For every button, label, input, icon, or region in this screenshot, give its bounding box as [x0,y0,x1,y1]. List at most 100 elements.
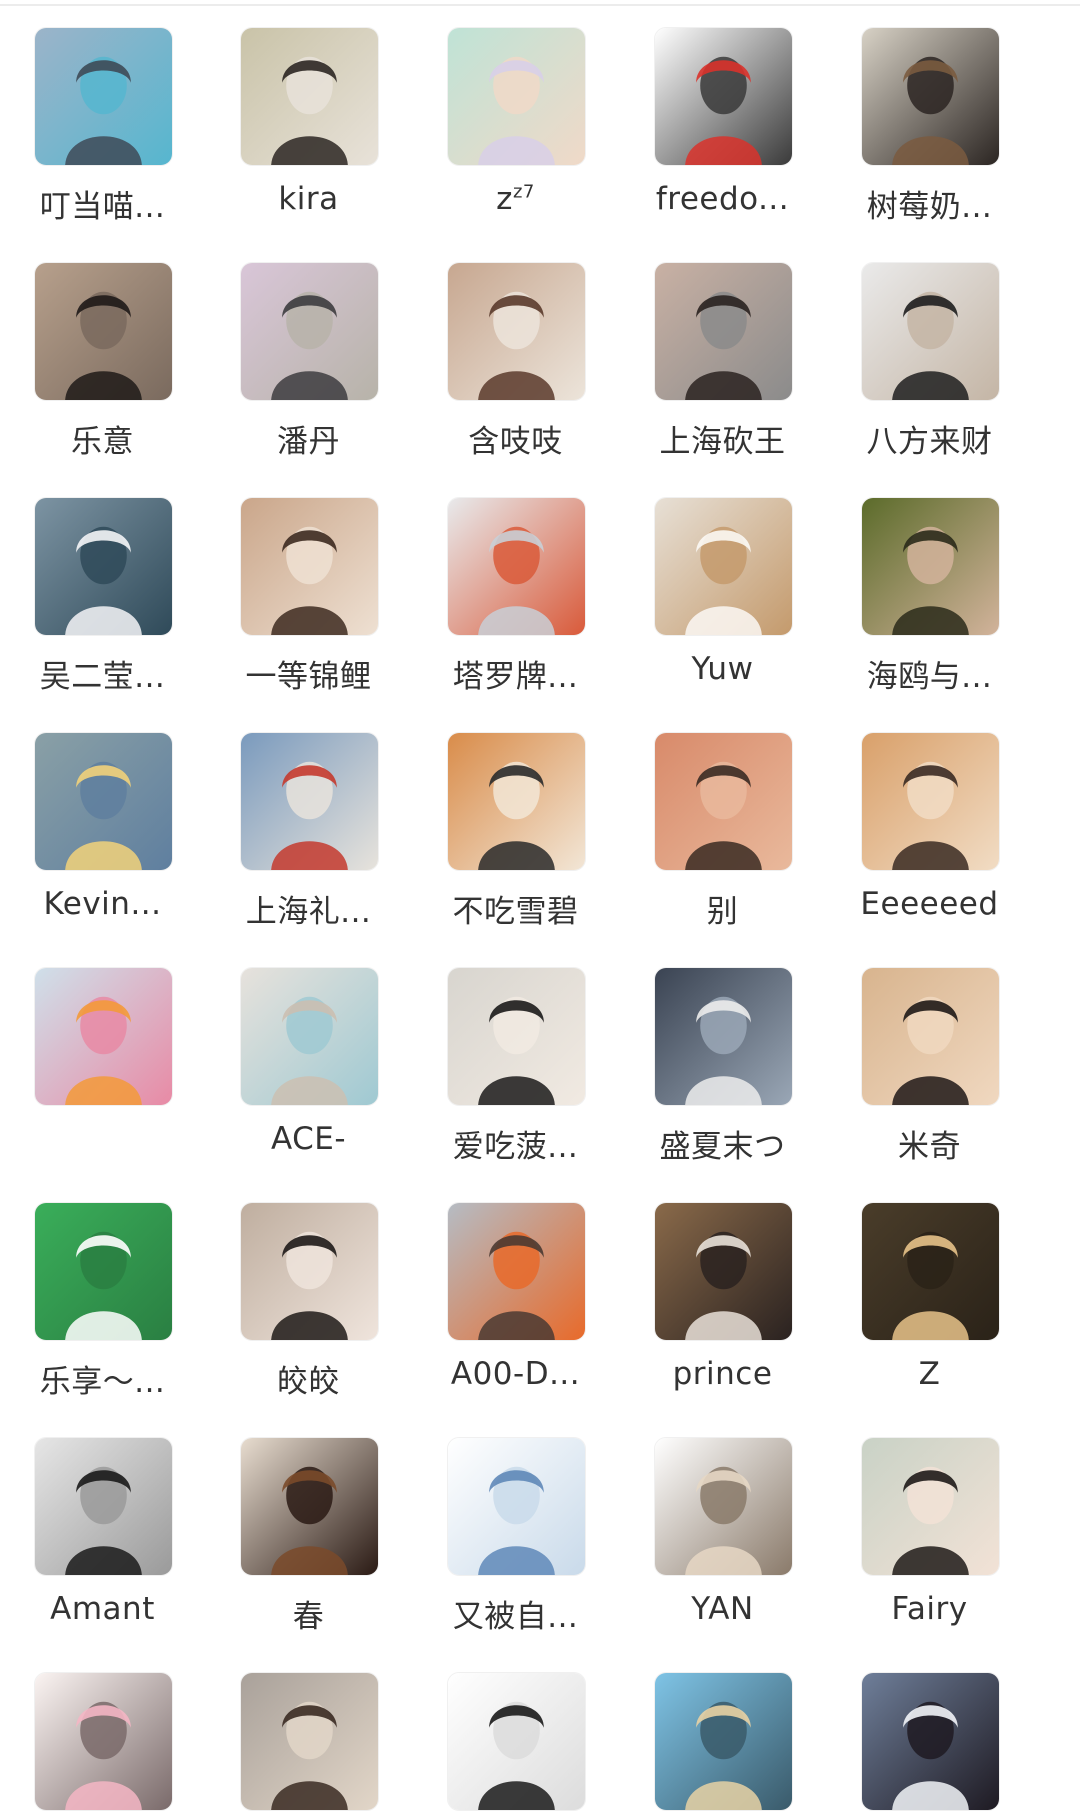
avatar[interactable] [240,1672,379,1811]
opera-woman-icon [862,498,999,635]
avatar[interactable] [34,1202,173,1341]
avatar[interactable] [654,1202,793,1341]
avatar[interactable] [240,732,379,871]
painted-face-icon [448,28,585,165]
member-name: 潘丹 [277,424,340,460]
avatar[interactable] [654,262,793,401]
member-name: freedo... [655,181,790,217]
member-name: A00-D... [450,1356,581,1392]
avatar[interactable] [447,497,586,636]
avatar[interactable] [240,27,379,166]
avatar[interactable] [34,497,173,636]
member-name: 八方来财 [866,424,993,460]
avatar[interactable] [240,1202,379,1341]
avatar[interactable] [447,732,586,871]
member-name: Z [918,1356,941,1392]
woman-sunset-beach-icon [862,733,999,870]
member-name: 上海礼... [245,894,372,930]
woman-peace-sign-icon [241,498,378,635]
woman-lying-icon [862,968,999,1105]
avatar[interactable] [861,27,1000,166]
woman-blue-top-beach-icon [35,28,172,165]
cartoon-cat-mushroom-icon [655,28,792,165]
woman-monochrome-icon [35,1438,172,1575]
muscular-man-icon [448,1203,585,1340]
member-name: 春 [292,1599,325,1635]
avatar[interactable] [34,1672,173,1811]
member-name: 海鸥与... [866,659,993,695]
avatar[interactable] [447,1202,586,1341]
doll-with-bear-icon [241,968,378,1105]
avatar[interactable] [861,497,1000,636]
girl-with-food-icon [448,733,585,870]
member-name: YAN [691,1591,754,1627]
member-name: kira [278,181,339,217]
member-name: 吴二莹... [39,659,166,695]
avatar[interactable] [447,967,586,1106]
woman-closeup-icon [241,1203,378,1340]
avatar[interactable] [654,497,793,636]
member-name: 叮当喵... [39,189,166,225]
avatar[interactable] [861,1672,1000,1811]
avatar[interactable] [654,1672,793,1811]
woman-cap-apple-store-icon [655,968,792,1105]
child-beach-icon [655,1673,792,1810]
girl-with-teddy-icon [862,28,999,165]
lexiang-logo-icon [35,1203,172,1340]
member-name: 树莓奶... [866,189,993,225]
avatar[interactable] [861,732,1000,871]
member-name: ACE- [270,1121,347,1157]
member-name: Yuw [691,651,754,687]
polaroid-photo-icon [655,1438,792,1575]
member-name: 不吃雪碧 [452,894,579,930]
member-name: 一等锦鲤 [245,659,372,695]
girl-palace-icon [241,733,378,870]
avatar[interactable] [861,967,1000,1106]
member-name: 塔罗牌... [452,659,579,695]
woman-portrait-icon [655,263,792,400]
avatar[interactable] [861,262,1000,401]
cartoon-bear-tennis-icon [35,1673,172,1810]
member-name: Fairy [891,1591,968,1627]
avatar[interactable] [654,732,793,871]
member-name: 上海砍王 [659,424,786,460]
member-name: prince [672,1356,773,1392]
woman-gallery-icon [448,498,585,635]
avatar[interactable] [654,27,793,166]
avatar[interactable] [447,27,586,166]
avatar[interactable] [240,262,379,401]
white-cat-icon [655,498,792,635]
avatar[interactable] [654,967,793,1106]
member-name: 皎皎 [277,1364,340,1400]
chubby-child-icon [655,733,792,870]
avatar[interactable] [447,1437,586,1576]
member-name: 盛夏末つ [659,1129,786,1165]
avatar[interactable] [861,1202,1000,1341]
avatar[interactable] [34,27,173,166]
woman-in-car-blossom-icon [241,263,378,400]
member-name: 别 [706,894,739,930]
avatar[interactable] [654,1437,793,1576]
member-name: 含吱吱 [468,424,563,460]
man-sunglasses-blond-icon [35,733,172,870]
avatar[interactable] [34,967,173,1106]
avatar[interactable] [240,497,379,636]
avatar[interactable] [34,262,173,401]
avatar[interactable] [34,1437,173,1576]
woman-forest-icon [862,1203,999,1340]
avatar[interactable] [240,967,379,1106]
woman-lake-snow-icon [35,498,172,635]
member-name: 乐享～... [39,1364,166,1400]
woman-dark-hair-icon [35,263,172,400]
avatar[interactable] [861,1437,1000,1576]
avatar[interactable] [240,1437,379,1576]
couple-mirror-icon [655,1203,792,1340]
avatar[interactable] [447,1672,586,1811]
woman-street-icon [241,1673,378,1810]
avatar[interactable] [447,262,586,401]
member-name: Eeeeeed [860,886,999,922]
member-name: 爱吃菠... [452,1129,579,1165]
member-name: 又被自... [452,1599,579,1635]
manga-girl-icon [448,1673,585,1810]
avatar[interactable] [34,732,173,871]
